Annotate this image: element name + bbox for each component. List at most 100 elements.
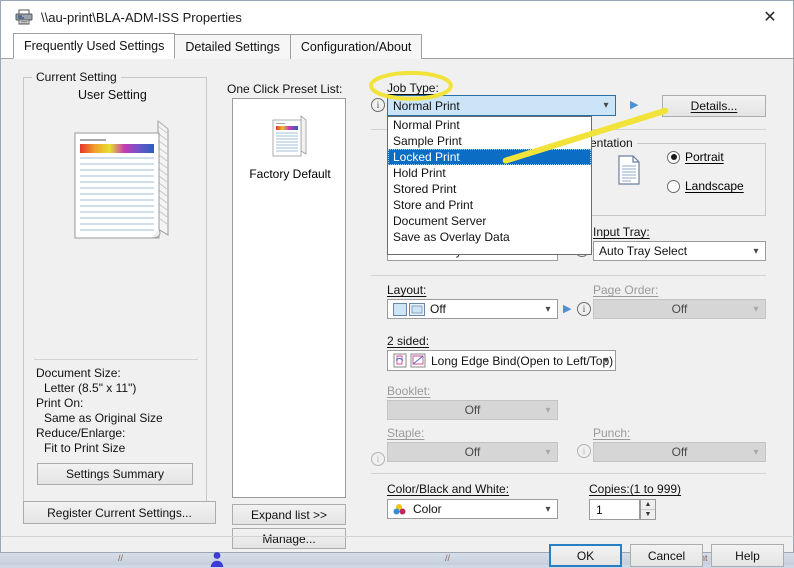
layout-combo[interactable]: Off ▾ [387,299,558,319]
document-preview-image [63,117,173,252]
settings-summary-button[interactable]: Settings Summary [37,463,193,485]
register-current-settings-label: Register Current Settings... [47,506,192,520]
details-button[interactable]: Details... [662,95,766,117]
dropdown-option-sample-print[interactable]: Sample Print [388,133,591,149]
cancel-button[interactable]: Cancel [630,544,703,567]
ok-label: OK [577,549,594,563]
color-mode-value: Color [413,502,442,516]
dropdown-option-hold-print[interactable]: Hold Print [388,165,591,181]
chevron-down-icon: ▾ [597,351,615,370]
chevron-down-icon: ▾ [747,242,765,260]
job-type-info-icon[interactable]: i [371,98,385,112]
tab-frequently-used-settings[interactable]: Frequently Used Settings [13,33,175,59]
chevron-down-icon: ▾ [539,401,557,419]
orientation-preview-icon [617,155,641,185]
page-order-value: Off [672,302,688,316]
orientation-portrait-label: Portrait [685,150,724,164]
orientation-portrait-radio[interactable]: Portrait [667,150,724,164]
dropdown-option-normal-print[interactable]: Normal Print [388,117,591,133]
printer-properties-window: \\au-print\BLA-ADM-ISS Properties ✕ Freq… [0,0,794,553]
details-label: Details... [691,99,738,113]
orientation-landscape-radio[interactable]: Landscape [667,179,744,193]
user-setting-label: User Setting [78,88,147,102]
punch-value: Off [672,445,688,459]
punch-info-icon: i [577,444,591,458]
desktop-bg-text: // [445,553,450,563]
punch-combo: Off ▾ [593,442,766,462]
staple-label: Staple: [387,426,424,440]
title-bar: \\au-print\BLA-ADM-ISS Properties ✕ [1,1,793,33]
color-mode-combo[interactable]: Color ▾ [387,499,558,519]
current-setting-label: Current Setting [32,70,121,84]
tab-detailed-settings[interactable]: Detailed Settings [174,34,291,59]
tab-configuration-about[interactable]: Configuration/About [290,34,423,59]
copies-stepper[interactable]: ▲ ▼ [640,499,656,520]
help-label: Help [735,549,760,563]
print-on-value: Same as Original Size [44,411,163,425]
factory-default-icon [268,114,310,160]
manage-button[interactable]: Manage... [232,528,346,549]
radio-unselected-icon [667,180,680,193]
footer-divider [1,536,794,537]
two-sided-combo[interactable]: Long Edge Bind(Open to Left/Top) ▾ [387,350,616,371]
expand-list-label: Expand list >> [251,508,327,522]
chevron-down-icon: ▾ [539,500,557,518]
dropdown-option-locked-print[interactable]: Locked Print [388,149,591,165]
expand-list-button[interactable]: Expand list >> [232,504,346,525]
print-on-label: Print On: [36,396,83,410]
cancel-label: Cancel [648,549,685,563]
page-order-label: Page Order: [593,283,658,297]
manage-label: Manage... [262,532,315,546]
stepper-down-icon[interactable]: ▼ [641,510,655,519]
radio-selected-icon [667,151,680,164]
dropdown-option-save-as-overlay-data[interactable]: Save as Overlay Data [388,229,591,245]
copies-input[interactable]: 1 [589,499,640,520]
one-click-preset-list-label: One Click Preset List: [227,82,342,96]
booklet-label: Booklet: [387,384,430,398]
chevron-down-icon: ▾ [747,443,765,461]
job-type-value: Normal Print [393,99,460,113]
layout-expand-arrow-icon[interactable]: ▶ [563,304,571,315]
job-type-combo[interactable]: Normal Print ▾ [387,95,616,116]
chevron-down-icon: ▾ [747,300,765,318]
desktop-bg-text: // [118,553,123,563]
stepper-up-icon[interactable]: ▲ [641,500,655,510]
input-tray-label: Input Tray: [593,225,650,239]
input-tray-value: Auto Tray Select [599,244,687,258]
preset-list-box[interactable]: Factory Default [232,98,346,498]
reduce-enlarge-label: Reduce/Enlarge: [36,426,125,440]
chevron-down-icon: ▾ [539,443,557,461]
help-button[interactable]: Help [711,544,784,567]
job-type-dropdown-list[interactable]: Normal Print Sample Print Locked Print H… [387,116,592,255]
copies-label: Copies:(1 to 999) [589,482,681,496]
two-sided-label: 2 sided: [387,334,429,348]
booklet-combo: Off ▾ [387,400,558,420]
orientation-landscape-label: Landscape [685,179,744,193]
color-dots-icon [393,503,409,516]
dropdown-option-store-and-print[interactable]: Store and Print [388,197,591,213]
document-size-label: Document Size: [36,366,121,380]
copies-value: 1 [596,503,603,517]
staple-value: Off [465,445,481,459]
window-title: \\au-print\BLA-ADM-ISS Properties [41,10,242,25]
two-sided-value: Long Edge Bind(Open to Left/Top) [431,354,613,368]
section-divider-2 [371,275,766,276]
close-icon[interactable]: ✕ [747,1,793,33]
document-size-value: Letter (8.5" x 11") [44,381,136,395]
job-type-label: Job Type: [387,81,439,95]
page-order-combo: Off ▾ [593,299,766,319]
ok-button[interactable]: OK [549,544,622,567]
tab-bar: Frequently Used Settings Detailed Settin… [1,33,793,59]
layout-info-icon[interactable]: i [577,302,591,316]
current-setting-divider [34,359,198,360]
preset-item-factory-default[interactable]: Factory Default [233,167,347,181]
dropdown-option-document-server[interactable]: Document Server [388,213,591,229]
settings-summary-label: Settings Summary [66,467,164,481]
input-tray-combo[interactable]: Auto Tray Select ▾ [593,241,766,261]
layout-preview-icon [393,303,425,316]
dropdown-option-stored-print[interactable]: Stored Print [388,181,591,197]
job-type-expand-arrow-icon[interactable]: ▶ [630,100,638,111]
chevron-down-icon: ▾ [597,96,615,115]
booklet-info-icon: i [371,452,385,466]
register-current-settings-button[interactable]: Register Current Settings... [23,501,216,524]
